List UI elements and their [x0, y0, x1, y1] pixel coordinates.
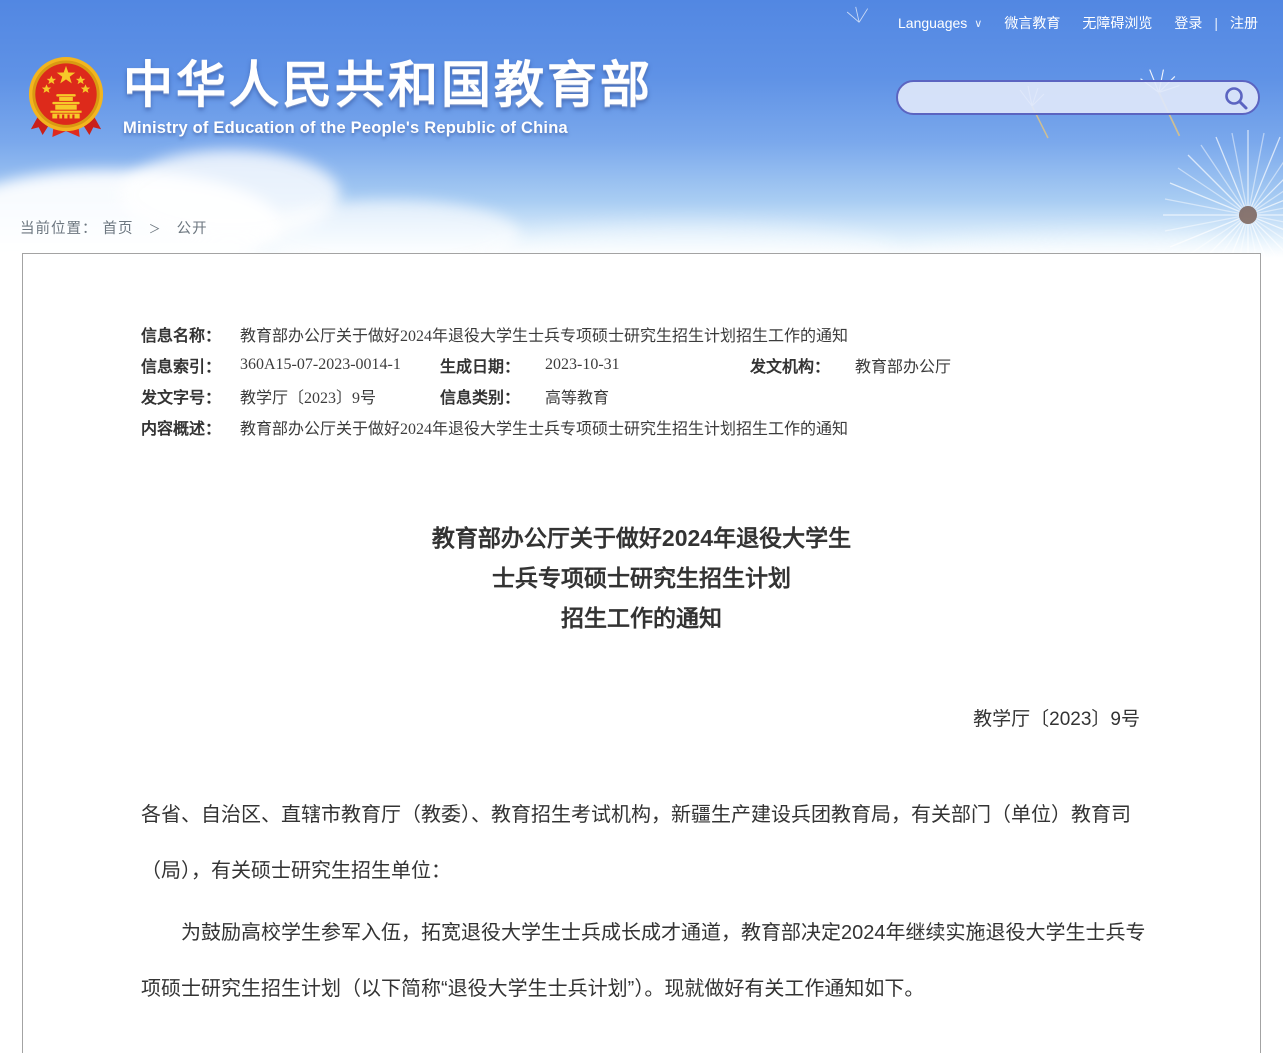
meta-agency-label: 发文机构： [750, 353, 855, 377]
document-paragraph: 为鼓励高校学生参军入伍，拓宽退役大学生士兵成长成才通道，教育部决定2024年继续… [141, 905, 1162, 1017]
site-logo[interactable]: 中华人民共和国教育部 Ministry of Education of the … [27, 55, 653, 141]
meta-date-value: 2023-10-31 [545, 356, 750, 374]
meta-summary-value: 教育部办公厅关于做好2024年退役大学生士兵专项硕士研究生招生计划招生工作的通知 [240, 415, 848, 439]
document-title-line2: 士兵专项硕士研究生招生计划 [23, 558, 1260, 598]
document-paragraph: 各省、自治区、直辖市教育厅（教委）、教育招生考试机构，新疆生产建设兵团教育局，有… [141, 787, 1162, 899]
weiyan-education-link[interactable]: 微言教育 [1004, 13, 1060, 33]
breadcrumb-prefix: 当前位置： [20, 221, 98, 237]
breadcrumb: 当前位置： 首页 ＞ 公开 [20, 217, 208, 238]
top-utility-nav: Languages ∨ 微言教育 无障碍浏览 登录 | 注册 [898, 13, 1258, 33]
search-input[interactable] [898, 82, 1223, 113]
login-link[interactable]: 登录 [1174, 13, 1202, 33]
meta-index-value: 360A15-07-2023-0014-1 [240, 356, 440, 374]
document-body: 各省、自治区、直辖市教育厅（教委）、教育招生考试机构，新疆生产建设兵团教育局，有… [141, 787, 1162, 1017]
meta-row-index: 信息索引： 360A15-07-2023-0014-1 生成日期： 2023-1… [141, 349, 1260, 380]
document-number: 教学厅〔2023〕9号 [23, 704, 1260, 731]
meta-row-summary: 内容概述： 教育部办公厅关于做好2024年退役大学生士兵专项硕士研究生招生计划招… [141, 411, 1260, 442]
meta-summary-label: 内容概述： [141, 415, 240, 439]
document-title-line3: 招生工作的通知 [23, 598, 1260, 638]
document-title-line1: 教育部办公厅关于做好2024年退役大学生 [23, 518, 1260, 558]
breadcrumb-current-link[interactable]: 公开 [177, 221, 208, 237]
meta-docno-value: 教学厅〔2023〕9号 [240, 384, 440, 408]
accessibility-link[interactable]: 无障碍浏览 [1082, 13, 1152, 33]
meta-agency-value: 教育部办公厅 [855, 353, 951, 377]
meta-docno-label: 发文字号： [141, 384, 240, 408]
nav-divider: | [1214, 15, 1218, 31]
meta-category-label: 信息类别： [440, 384, 545, 408]
meta-row-docno: 发文字号： 教学厅〔2023〕9号 信息类别： 高等教育 [141, 380, 1260, 411]
dandelion-seed-icon [830, 0, 890, 60]
languages-label: Languages [898, 15, 967, 31]
languages-dropdown[interactable]: Languages ∨ [898, 15, 982, 31]
document-panel: 信息名称： 教育部办公厅关于做好2024年退役大学生士兵专项硕士研究生招生计划招… [22, 253, 1261, 1053]
site-title-zh: 中华人民共和国教育部 [123, 57, 653, 113]
chevron-down-icon: ∨ [974, 17, 982, 30]
breadcrumb-separator: ＞ [149, 222, 162, 236]
search-icon[interactable] [1223, 85, 1249, 111]
meta-index-label: 信息索引： [141, 353, 240, 377]
meta-row-name: 信息名称： 教育部办公厅关于做好2024年退役大学生士兵专项硕士研究生招生计划招… [141, 318, 1260, 349]
search-box [896, 80, 1260, 115]
register-link[interactable]: 注册 [1230, 13, 1258, 33]
site-title-en: Ministry of Education of the People's Re… [123, 119, 653, 138]
breadcrumb-home-link[interactable]: 首页 [103, 221, 134, 237]
meta-date-label: 生成日期： [440, 353, 545, 377]
meta-name-label: 信息名称： [141, 322, 240, 346]
document-meta-table: 信息名称： 教育部办公厅关于做好2024年退役大学生士兵专项硕士研究生招生计划招… [141, 318, 1260, 442]
national-emblem-icon [27, 55, 105, 141]
meta-name-value: 教育部办公厅关于做好2024年退役大学生士兵专项硕士研究生招生计划招生工作的通知 [240, 322, 848, 346]
meta-category-value: 高等教育 [545, 384, 609, 408]
document-title: 教育部办公厅关于做好2024年退役大学生 士兵专项硕士研究生招生计划 招生工作的… [23, 518, 1260, 638]
